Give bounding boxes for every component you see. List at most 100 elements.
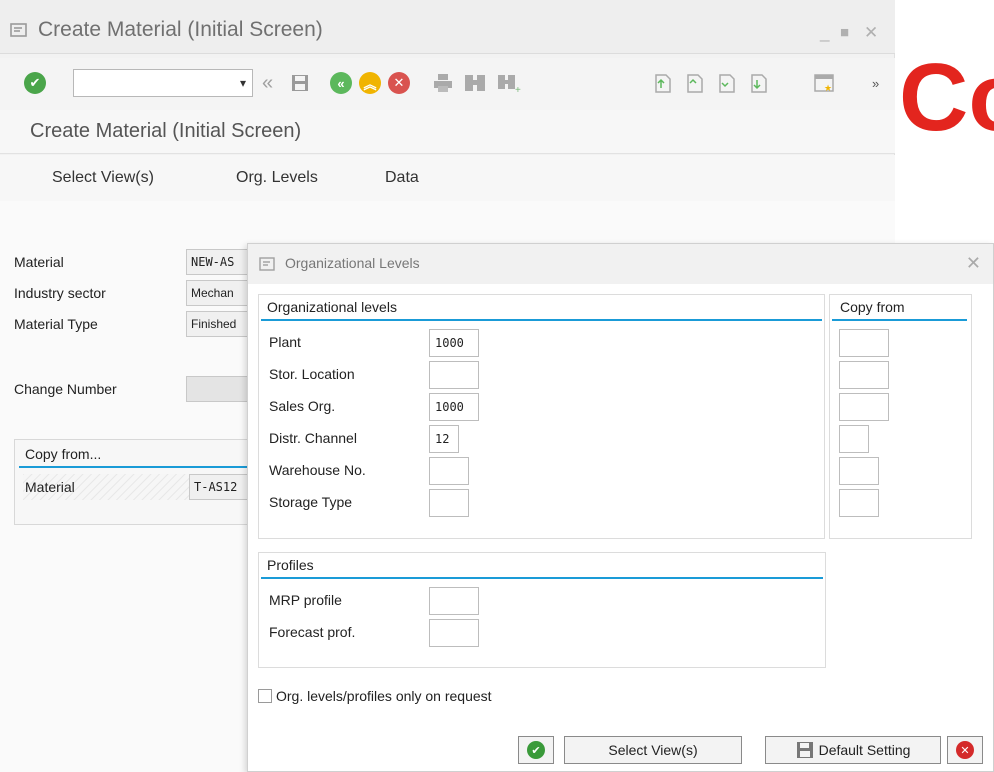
- window-menu-icon[interactable]: [10, 22, 28, 38]
- command-field[interactable]: ▾: [73, 69, 253, 97]
- copy-material-row: Material T-AS12: [23, 474, 259, 500]
- copy-from-org-group: Copy from: [829, 294, 972, 539]
- title-bar: Create Material (Initial Screen) _ ■ ✕: [0, 0, 895, 54]
- maximize-icon[interactable]: ■: [840, 24, 849, 41]
- last-page-icon[interactable]: [748, 71, 768, 95]
- distr-channel-row: Distr. Channel 12: [267, 424, 807, 453]
- industry-sector-label: Industry sector: [14, 285, 106, 301]
- forecast-profile-input[interactable]: [429, 619, 479, 647]
- back-button[interactable]: «: [330, 71, 352, 95]
- page-title: Create Material (Initial Screen): [30, 120, 302, 142]
- cancel-button[interactable]: ✕: [388, 71, 410, 95]
- copy-warehouse-no-input[interactable]: [839, 457, 879, 485]
- org-levels-dialog: Organizational Levels ✕ Organizational l…: [247, 243, 994, 772]
- distr-channel-input[interactable]: 12: [429, 425, 459, 453]
- brand-logo: Co: [899, 44, 994, 151]
- default-setting-button-label: Default Setting: [818, 742, 911, 758]
- dialog-menu-icon[interactable]: [259, 257, 275, 271]
- mrp-profile-input[interactable]: [429, 587, 479, 615]
- save-icon[interactable]: [290, 71, 310, 95]
- create-session-icon[interactable]: ★: [813, 71, 835, 95]
- checkbox-box[interactable]: [258, 689, 272, 703]
- next-page-icon[interactable]: [716, 71, 736, 95]
- org-levels-group: Organizational levels Plant 1000 Stor. L…: [258, 294, 825, 539]
- copy-material-label: Material: [25, 479, 75, 495]
- enter-button[interactable]: ✔: [24, 71, 46, 95]
- org-levels-on-request-checkbox[interactable]: Org. levels/profiles only on request: [258, 688, 492, 704]
- copy-from-heading: Copy from...: [25, 446, 102, 462]
- org-levels-heading: Organizational levels: [267, 299, 397, 315]
- material-type-label: Material Type: [14, 316, 98, 332]
- default-setting-button[interactable]: Default Setting: [765, 736, 941, 764]
- close-dialog-icon[interactable]: ✕: [966, 253, 981, 274]
- storage-type-row: Storage Type: [267, 488, 807, 517]
- first-page-icon[interactable]: [652, 71, 672, 95]
- copy-sales-org-input[interactable]: [839, 393, 889, 421]
- chevron-down-icon[interactable]: ▾: [240, 76, 246, 90]
- warehouse-no-label: Warehouse No.: [269, 462, 366, 478]
- plant-row: Plant 1000: [267, 328, 807, 357]
- previous-page-icon[interactable]: [684, 71, 704, 95]
- forecast-profile-label: Forecast prof.: [269, 624, 356, 640]
- copy-from-org-heading: Copy from: [840, 299, 905, 315]
- sales-org-row: Sales Org. 1000: [267, 392, 807, 421]
- cancel-x-icon: ✕: [388, 72, 410, 94]
- save-icon: [796, 742, 813, 758]
- sales-org-label: Sales Org.: [269, 398, 336, 414]
- sales-org-input[interactable]: 1000: [429, 393, 479, 421]
- find-next-icon[interactable]: +: [496, 71, 522, 95]
- select-views-button-label: Select View(s): [608, 742, 698, 758]
- system-toolbar: ✔ ▾ « « ︽ ✕ + ★ »: [0, 58, 895, 110]
- application-toolbar: Select View(s) Org. Levels Data: [0, 155, 895, 201]
- profiles-heading: Profiles: [267, 557, 314, 573]
- select-views-button[interactable]: Select View(s): [564, 736, 742, 764]
- change-number-label: Change Number: [14, 381, 117, 397]
- plant-label: Plant: [269, 334, 301, 350]
- data-menu-button[interactable]: Data: [385, 169, 419, 187]
- checkmark-icon: ✔: [24, 72, 46, 94]
- stor-location-row: Stor. Location: [267, 360, 807, 389]
- close-window-icon[interactable]: ✕: [864, 24, 878, 41]
- group-divider: [261, 577, 823, 579]
- warehouse-no-input[interactable]: [429, 457, 469, 485]
- group-divider: [19, 466, 255, 468]
- stor-location-label: Stor. Location: [269, 366, 355, 382]
- window-title: Create Material (Initial Screen): [38, 18, 323, 41]
- material-label: Material: [14, 254, 64, 270]
- cancel-x-icon: ✕: [956, 741, 974, 759]
- distr-channel-label: Distr. Channel: [269, 430, 357, 446]
- copy-from-group: Copy from... Material T-AS12: [14, 439, 259, 525]
- print-icon[interactable]: [432, 71, 454, 95]
- copy-distr-channel-input[interactable]: [839, 425, 869, 453]
- copy-stor-location-input[interactable]: [839, 361, 889, 389]
- more-toolbar-icon[interactable]: »: [872, 71, 879, 95]
- select-views-menu-button[interactable]: Select View(s): [52, 169, 154, 187]
- exit-up-icon: ︽: [359, 72, 381, 94]
- dialog-title: Organizational Levels: [285, 255, 420, 271]
- copy-storage-type-input[interactable]: [839, 489, 879, 517]
- profiles-group: Profiles MRP profile Forecast prof.: [258, 552, 826, 668]
- continue-button[interactable]: ✔: [518, 736, 554, 764]
- back-nav-icon[interactable]: «: [262, 71, 273, 95]
- screen-title-bar: Create Material (Initial Screen): [0, 110, 895, 154]
- exit-button[interactable]: ︽: [359, 71, 381, 95]
- copy-plant-input[interactable]: [839, 329, 889, 357]
- stor-location-input[interactable]: [429, 361, 479, 389]
- forecast-profile-row: Forecast prof.: [267, 618, 807, 647]
- plant-input[interactable]: 1000: [429, 329, 479, 357]
- storage-type-label: Storage Type: [269, 494, 353, 510]
- svg-text:★: ★: [824, 83, 832, 93]
- storage-type-input[interactable]: [429, 489, 469, 517]
- checkmark-icon: ✔: [527, 741, 545, 759]
- minimize-icon[interactable]: _: [820, 24, 829, 41]
- cancel-dialog-button[interactable]: ✕: [947, 736, 983, 764]
- warehouse-no-row: Warehouse No.: [267, 456, 807, 485]
- org-levels-menu-button[interactable]: Org. Levels: [236, 169, 318, 187]
- dialog-title-bar: Organizational Levels ✕: [248, 244, 993, 284]
- mrp-profile-row: MRP profile: [267, 586, 807, 615]
- group-divider: [832, 319, 967, 321]
- group-divider: [261, 319, 822, 321]
- checkbox-label: Org. levels/profiles only on request: [276, 688, 492, 704]
- back-arrow-icon: «: [330, 72, 352, 94]
- find-icon[interactable]: [463, 71, 487, 95]
